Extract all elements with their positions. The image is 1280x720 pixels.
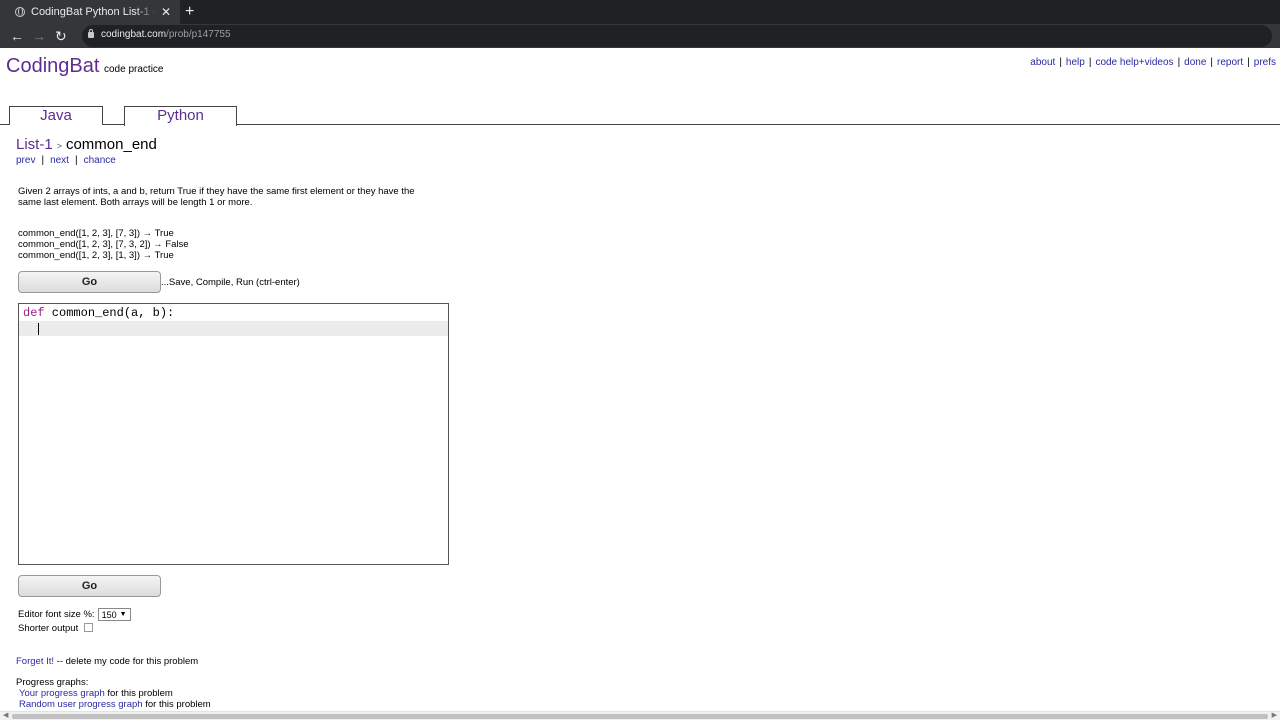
scroll-left-icon[interactable]: ◀ — [3, 712, 8, 720]
next-link[interactable]: next — [50, 155, 69, 166]
browser-toolbar: ← → ↻ codingbat.com/prob/p147755 — [0, 24, 1280, 48]
font-size-value: 150 — [101, 609, 117, 620]
your-progress-suffix: for this problem — [104, 688, 173, 699]
example-line: common_end([1, 2, 3], [1, 3]) → True — [18, 250, 174, 261]
tab-python[interactable]: Python — [124, 106, 237, 126]
lock-icon — [88, 29, 94, 38]
font-size-select[interactable]: 150 ▼ — [97, 608, 131, 621]
prev-link[interactable]: prev — [16, 155, 35, 166]
problem-nav: prev | next | chance — [16, 155, 116, 166]
codingbat-logo[interactable]: CodingBat — [6, 55, 99, 78]
separator: | — [1210, 57, 1214, 68]
prefs-link[interactable]: prefs — [1254, 57, 1276, 68]
shorter-output-setting: Shorter output — [18, 622, 94, 634]
forward-button[interactable]: → — [32, 27, 46, 45]
your-progress-link[interactable]: Your progress graph — [19, 688, 105, 699]
done-link[interactable]: done — [1184, 57, 1206, 68]
separator: | — [74, 155, 78, 166]
progress-label: Progress graphs: — [16, 677, 89, 688]
new-tab-button[interactable]: + — [185, 2, 194, 22]
browser-tab[interactable]: CodingBat Python List-1 common_end ✕ — [0, 0, 180, 24]
random-progress-link[interactable]: Random user progress graph — [19, 699, 143, 710]
problem-title: common_end — [65, 136, 157, 153]
about-link[interactable]: about — [1030, 57, 1055, 68]
forget-text: -- delete my code for this problem — [54, 656, 199, 667]
top-links: about | help | code help+videos | done | report |… — [1030, 57, 1276, 68]
report-link[interactable]: report — [1217, 57, 1243, 68]
forget-row: Forget It! -- delete my code for this pr… — [16, 656, 198, 667]
close-tab-icon[interactable]: ✕ — [161, 5, 171, 19]
tab-title: CodingBat Python List-1 common_end — [31, 6, 155, 18]
go-hint: ...Save, Compile, Run (ctrl-enter) — [161, 277, 300, 288]
reload-button[interactable]: ↻ — [55, 27, 67, 45]
breadcrumb-list-link[interactable]: List-1 — [16, 136, 53, 153]
code-line-1[interactable]: def common_end(a, b): — [23, 306, 174, 320]
code-editor[interactable]: def common_end(a, b): — [18, 303, 449, 565]
breadcrumb-arrow: > — [56, 141, 62, 151]
go-button-top[interactable]: Go — [18, 271, 161, 293]
help-link[interactable]: help — [1066, 57, 1085, 68]
forget-it-link[interactable]: Forget It! — [16, 656, 54, 667]
example-line: common_end([1, 2, 3], [7, 3]) → True — [18, 228, 174, 239]
dropdown-caret-icon: ▼ — [119, 611, 127, 618]
chance-link[interactable]: chance — [84, 155, 116, 166]
back-button[interactable]: ← — [10, 27, 24, 45]
separator: | — [1177, 57, 1181, 68]
tagline: code practice — [104, 64, 164, 75]
address-bar[interactable]: codingbat.com/prob/p147755 — [82, 25, 1272, 47]
random-progress-suffix: for this problem — [142, 699, 211, 710]
shorter-output-label: Shorter output — [18, 623, 79, 634]
globe-icon — [15, 7, 25, 17]
go-button-bottom[interactable]: Go — [18, 575, 161, 597]
examples: common_end([1, 2, 3], [7, 3]) → True com… — [18, 228, 189, 261]
text-cursor — [38, 323, 39, 335]
scrollbar-thumb[interactable] — [12, 714, 1268, 719]
browser-tabstrip: CodingBat Python List-1 common_end ✕ + — [0, 0, 1280, 24]
horizontal-scrollbar[interactable]: ◀ ▶ — [0, 711, 1280, 720]
font-size-label: Editor font size %: — [18, 609, 95, 620]
separator: | — [1247, 57, 1250, 68]
url-text[interactable]: codingbat.com/prob/p147755 — [101, 29, 231, 40]
separator: | — [1059, 57, 1062, 68]
scroll-right-icon[interactable]: ▶ — [1272, 712, 1277, 720]
function-signature: common_end(a, b): — [44, 306, 175, 320]
progress-graphs: Progress graphs: Your progress graph for… — [16, 677, 211, 710]
example-line: common_end([1, 2, 3], [7, 3, 2]) → False — [18, 239, 189, 250]
url-path: /prob/p147755 — [166, 29, 231, 40]
tab-java[interactable]: Java — [9, 106, 103, 125]
separator: | — [41, 155, 45, 166]
font-size-setting: Editor font size %: 150 ▼ — [18, 608, 131, 621]
shorter-output-checkbox[interactable] — [84, 622, 94, 632]
url-domain: codingbat.com — [101, 29, 167, 40]
breadcrumb: List-1 > common_end — [16, 136, 157, 153]
active-line-highlight — [19, 321, 448, 336]
keyword-def: def — [23, 306, 45, 320]
separator: | — [1088, 57, 1092, 68]
problem-description: Given 2 arrays of ints, a and b, return … — [18, 186, 415, 208]
code-help-videos-link[interactable]: code help+videos — [1095, 57, 1173, 68]
